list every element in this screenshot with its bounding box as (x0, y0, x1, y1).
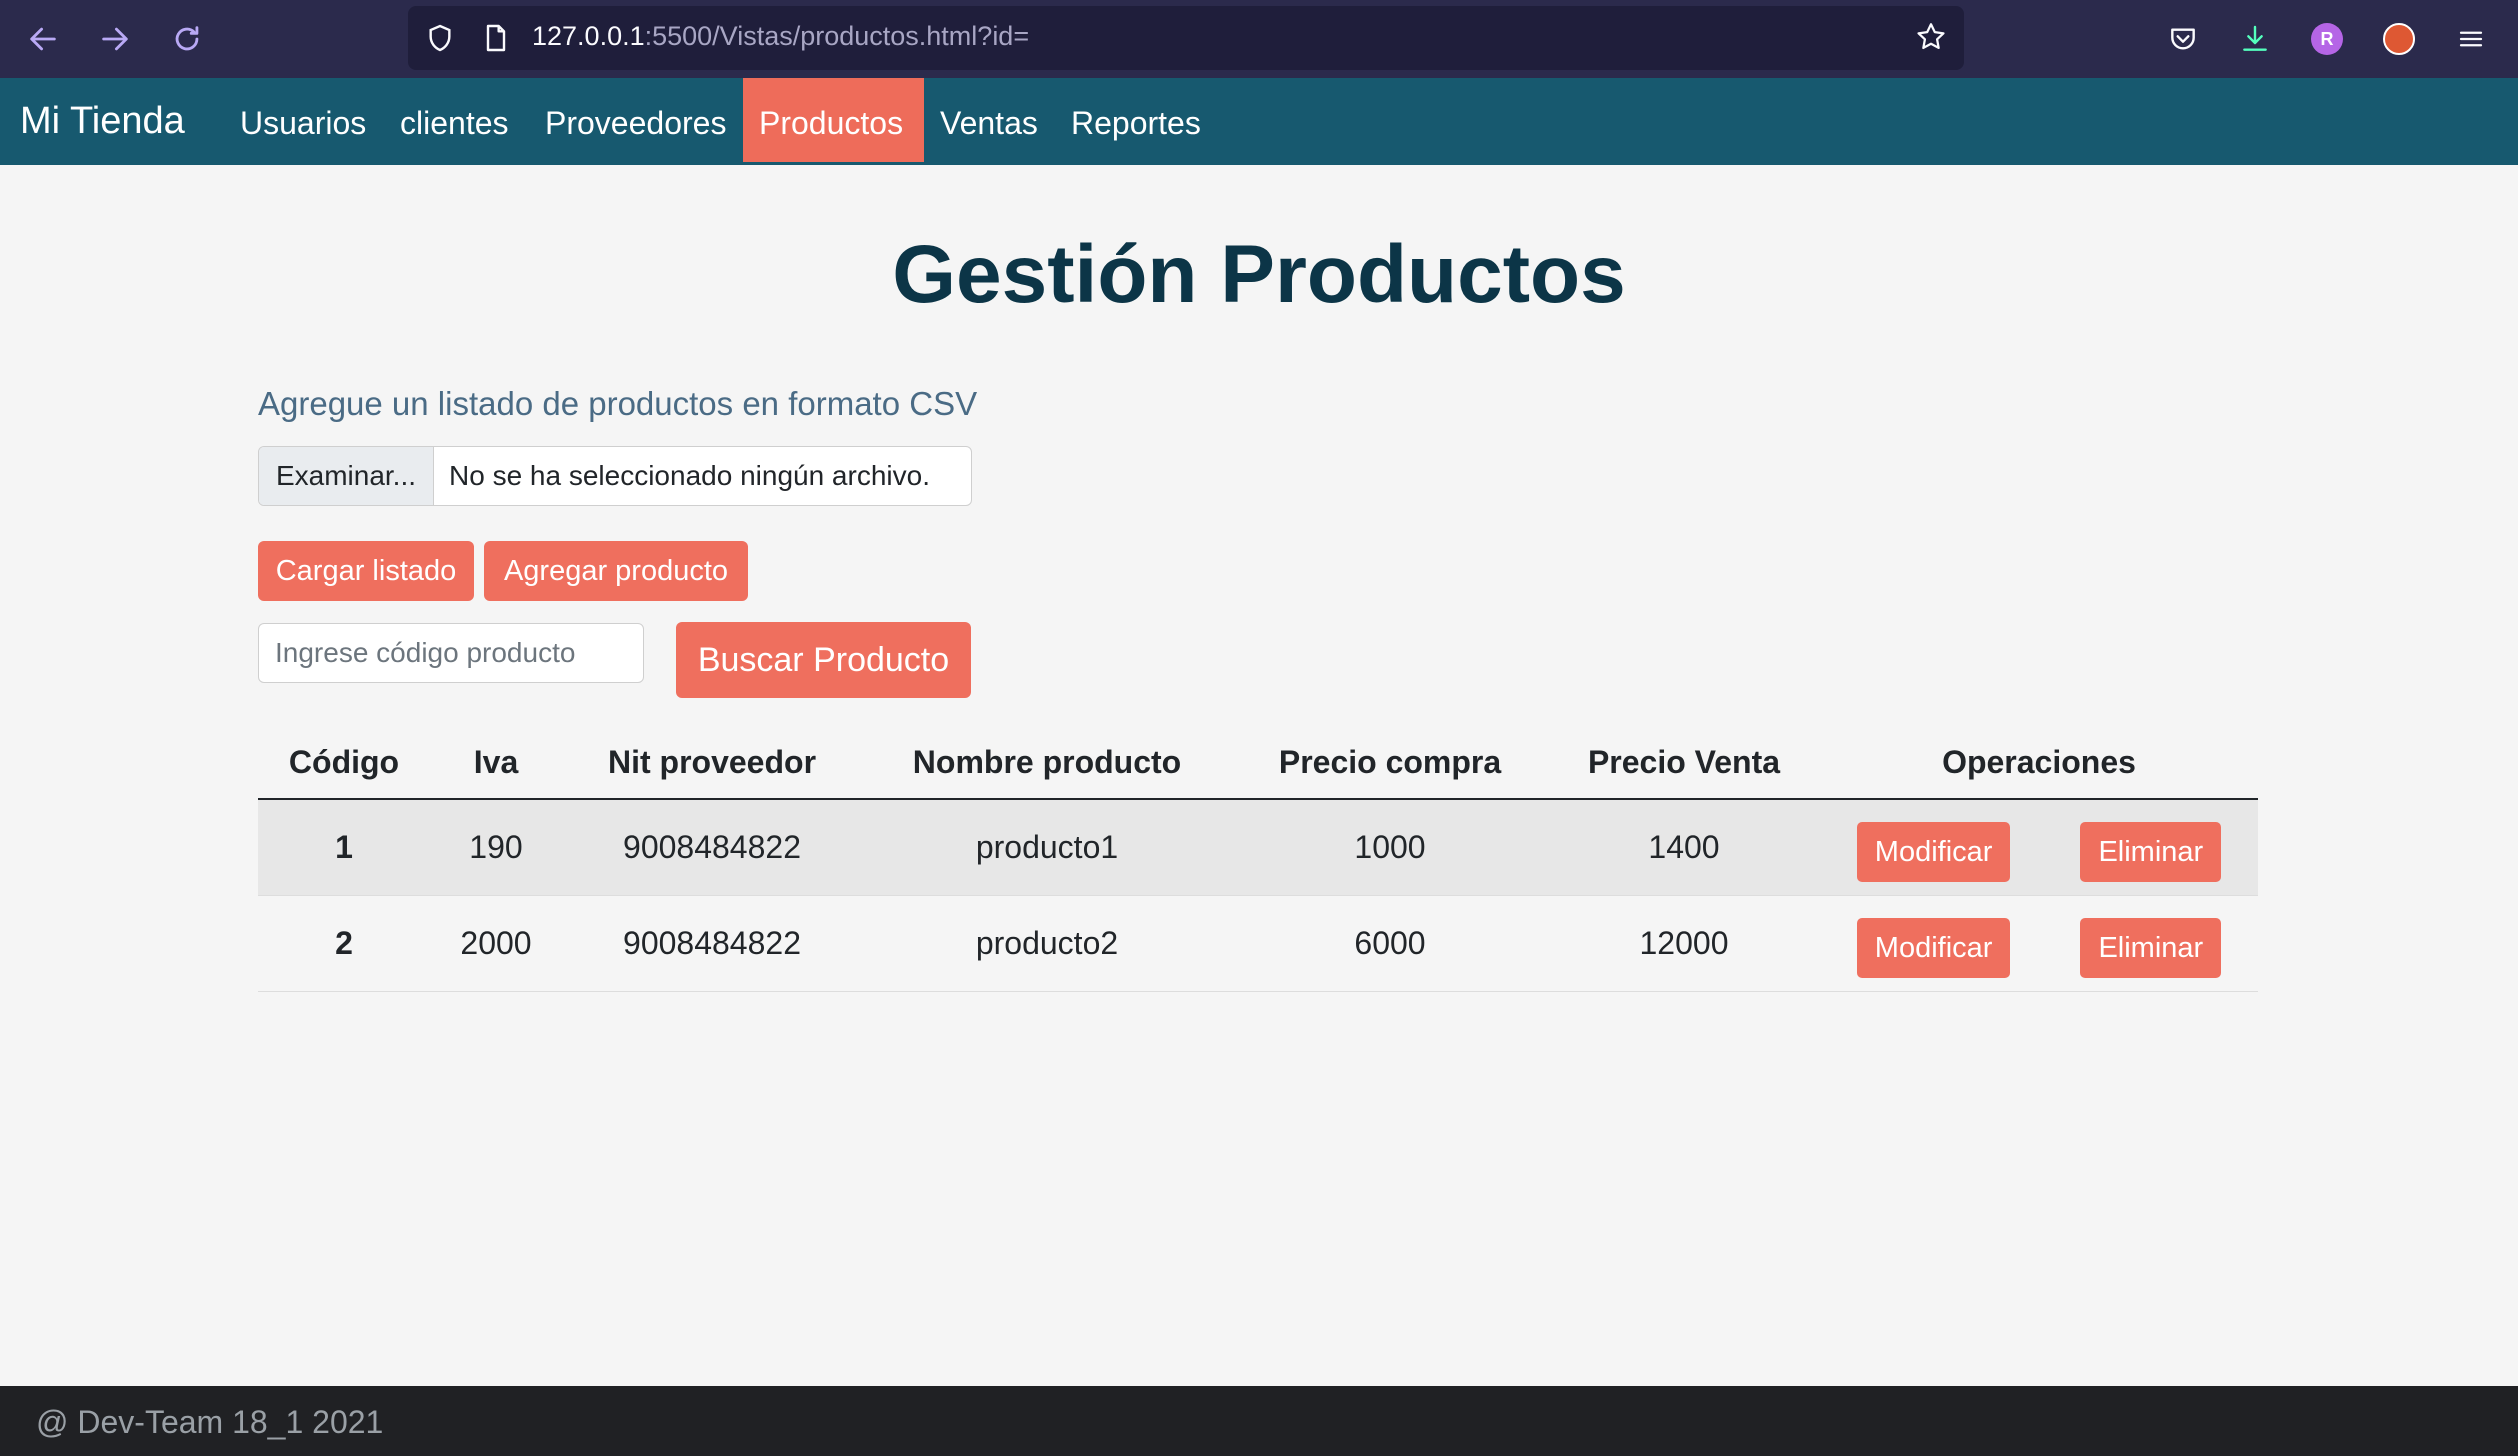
page-icon (480, 22, 512, 59)
cell-operaciones: Modificar Eliminar (1820, 799, 2258, 896)
shield-icon[interactable] (424, 22, 456, 59)
cell-precio-venta: 1400 (1548, 799, 1820, 896)
header-precio-venta: Precio Venta (1548, 726, 1820, 800)
url-text: 127.0.0.1:5500/Vistas/productos.html?id= (532, 21, 1029, 52)
browser-toolbar: 127.0.0.1:5500/Vistas/productos.html?id=… (0, 0, 2518, 78)
pocket-button[interactable] (2164, 20, 2202, 58)
header-nombre-producto: Nombre producto (862, 726, 1232, 800)
bookmark-star-icon[interactable] (1914, 20, 1948, 59)
menu-button[interactable] (2452, 20, 2490, 58)
cell-codigo: 1 (258, 799, 430, 896)
header-operaciones: Operaciones (1820, 726, 2258, 800)
arrow-left-icon (30, 27, 56, 51)
forward-button[interactable] (96, 20, 134, 58)
csv-upload-label: Agregue un listado de productos en forma… (258, 385, 978, 422)
table-row: 2 2000 9008484822 producto2 6000 12000 M… (258, 895, 2258, 992)
cell-precio-compra: 6000 (1232, 895, 1548, 992)
header-codigo: Código (258, 726, 430, 800)
modify-button[interactable]: Modificar (1856, 917, 2011, 978)
reload-icon (175, 26, 199, 51)
modify-button[interactable]: Modificar (1856, 821, 2011, 882)
nav-item-proveedores[interactable]: Proveedores (529, 78, 742, 162)
add-product-button[interactable]: Agregar producto (484, 541, 748, 601)
cell-nit: 9008484822 (562, 799, 862, 896)
cell-iva: 2000 (430, 895, 562, 992)
nav-item-usuarios[interactable]: Usuarios (224, 78, 382, 162)
brand-logo[interactable]: Mi Tienda (20, 100, 185, 143)
nav-item-productos[interactable]: Productos (743, 78, 924, 162)
cell-precio-venta: 12000 (1548, 895, 1820, 992)
site-navbar: Mi Tienda Usuarios clientes Proveedores … (0, 78, 2518, 165)
table-header-row: Código Iva Nit proveedor Nombre producto… (258, 726, 2258, 800)
nav-item-ventas[interactable]: Ventas (924, 78, 1054, 162)
delete-button[interactable]: Eliminar (2080, 821, 2222, 882)
page-title: Gestión Productos (892, 229, 1626, 320)
search-product-button[interactable]: Buscar Producto (676, 622, 971, 698)
arrow-right-icon (102, 27, 128, 51)
table-row: 1 190 9008484822 producto1 1000 1400 Mod… (258, 799, 2258, 896)
extension-button[interactable] (2380, 20, 2418, 58)
avatar: R (2311, 23, 2343, 55)
cell-codigo: 2 (258, 895, 430, 992)
header-precio-compra: Precio compra (1232, 726, 1548, 800)
header-iva: Iva (430, 726, 562, 800)
nav-item-clientes[interactable]: clientes (384, 78, 525, 162)
footer: @ Dev-Team 18_1 2021 (0, 1386, 2518, 1456)
url-path: :5500/Vistas/productos.html?id= (644, 21, 1030, 51)
pocket-icon (2171, 28, 2195, 50)
header-nit-proveedor: Nit proveedor (562, 726, 862, 800)
footer-text: @ Dev-Team 18_1 2021 (36, 1404, 384, 1440)
products-table: Código Iva Nit proveedor Nombre producto… (258, 726, 2258, 992)
cell-nit: 9008484822 (562, 895, 862, 992)
downloads-button[interactable] (2236, 20, 2274, 58)
browse-file-button[interactable]: Examinar... (259, 447, 434, 505)
reload-button[interactable] (168, 20, 206, 58)
product-code-search-input[interactable] (258, 623, 644, 683)
duckduckgo-icon (2383, 23, 2415, 55)
hamburger-menu-icon (2459, 31, 2483, 47)
cell-operaciones: Modificar Eliminar (1820, 895, 2258, 992)
account-button[interactable]: R (2308, 20, 2346, 58)
url-host: 127.0.0.1 (532, 21, 645, 51)
cell-iva: 190 (430, 799, 562, 896)
download-icon (2243, 25, 2267, 51)
file-status-text: No se ha seleccionado ningún archivo. (449, 460, 930, 491)
address-bar[interactable]: 127.0.0.1:5500/Vistas/productos.html?id= (408, 6, 1964, 70)
nav-item-reportes[interactable]: Reportes (1055, 78, 1217, 162)
load-list-button[interactable]: Cargar listado (258, 541, 474, 601)
delete-button[interactable]: Eliminar (2080, 917, 2222, 978)
cell-precio-compra: 1000 (1232, 799, 1548, 896)
cell-nombre: producto1 (862, 799, 1232, 896)
cell-nombre: producto2 (862, 895, 1232, 992)
csv-file-input[interactable]: Examinar... No se ha seleccionado ningún… (258, 446, 972, 506)
back-button[interactable] (24, 20, 62, 58)
